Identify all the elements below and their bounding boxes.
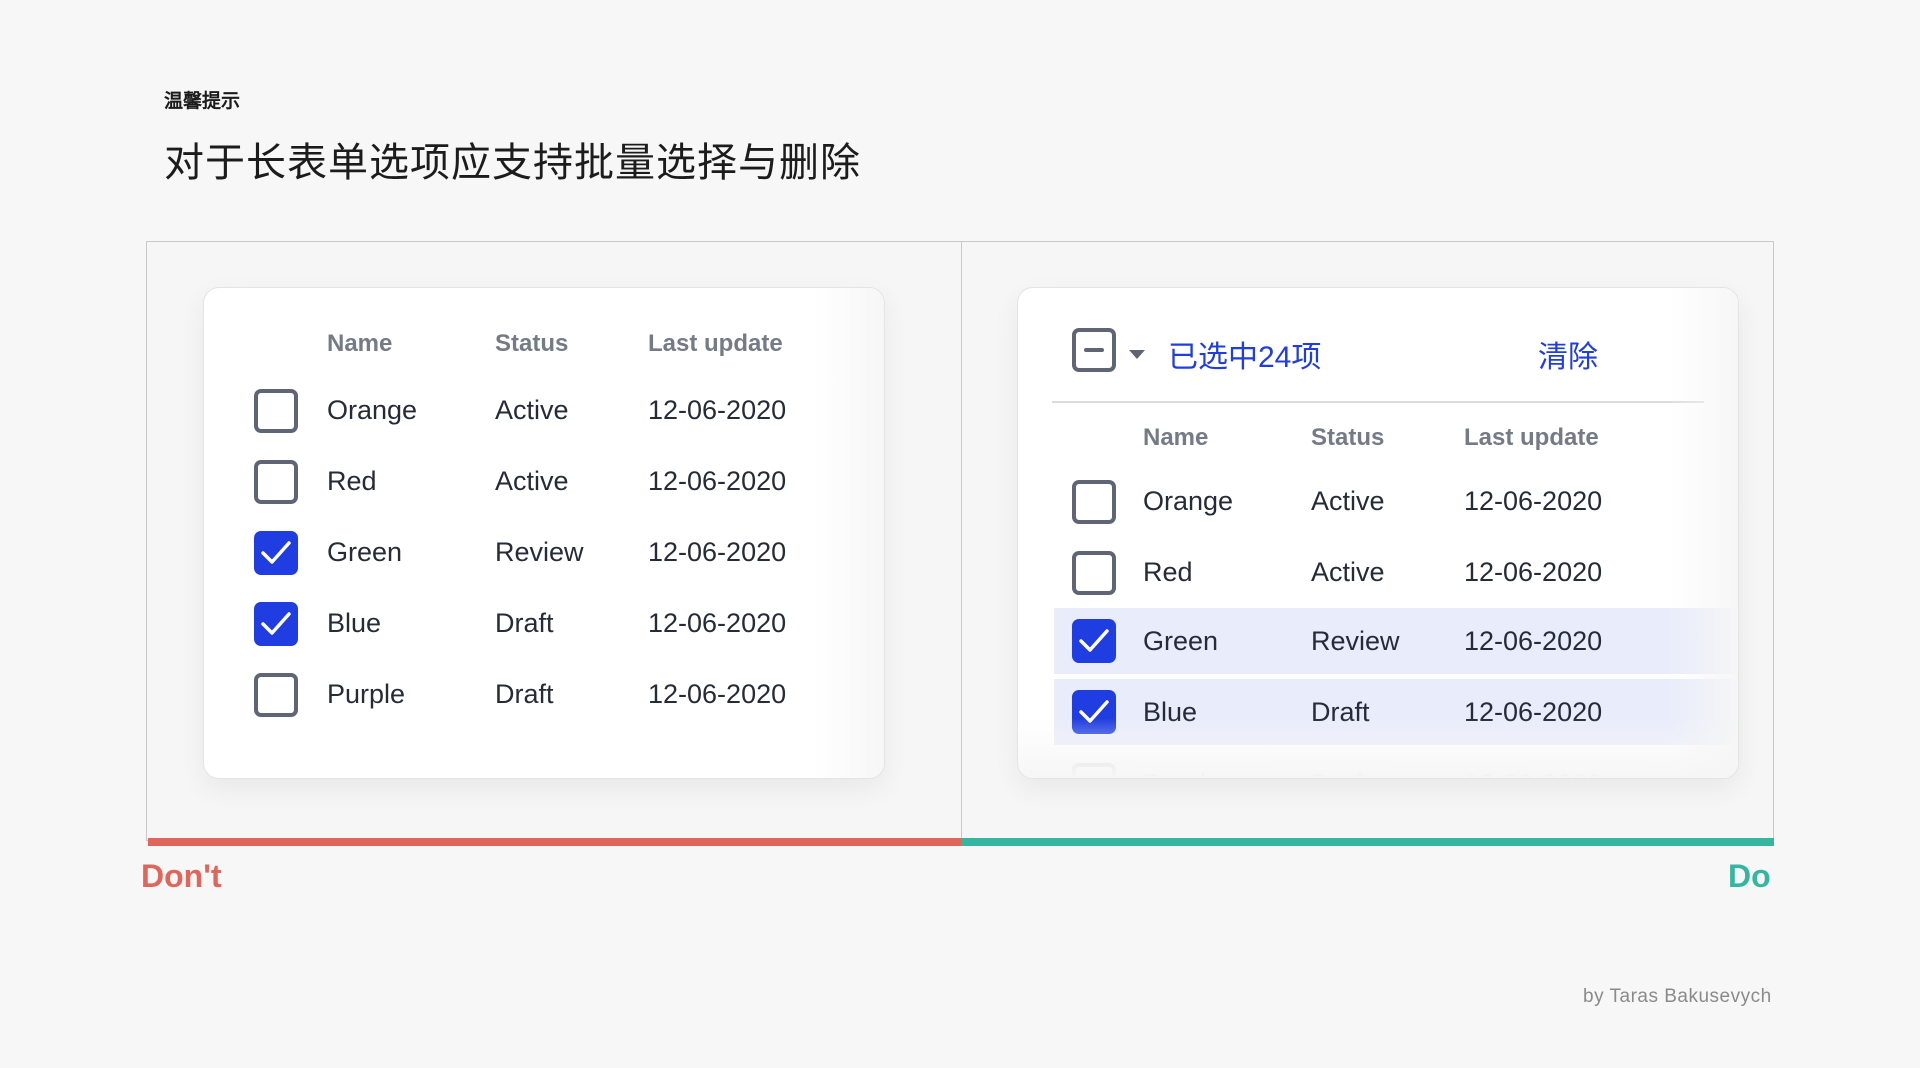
row-date: 12-06-2020 <box>1464 557 1603 587</box>
row-status: Draft <box>495 608 554 638</box>
selected-count: 已选中24项 <box>1168 341 1322 374</box>
row-name: Green <box>327 537 403 567</box>
credit: by Taras Bakusevych <box>1583 986 1772 1007</box>
row-checkbox[interactable] <box>1072 763 1116 778</box>
column-last-update: Last update <box>648 330 783 357</box>
row-status: Review <box>1311 626 1400 656</box>
row-status: Draft <box>1311 769 1370 778</box>
do-bar <box>961 838 1774 846</box>
row-date: 12-06-2020 <box>1464 486 1603 516</box>
do-table-card: 已选中24项 清除 Name Status Last update Orange… <box>1017 287 1739 779</box>
row-name: Orange <box>327 395 418 425</box>
row-checkbox[interactable] <box>1072 690 1116 734</box>
row-status: Review <box>495 537 584 567</box>
column-name: Name <box>327 330 393 357</box>
dont-bar <box>148 838 961 846</box>
bulk-select-checkbox[interactable] <box>1072 328 1116 372</box>
divider <box>1052 401 1704 403</box>
row-date: 12-06-2020 <box>648 608 787 638</box>
row-checkbox[interactable] <box>254 460 298 504</box>
row-checkbox[interactable] <box>1072 480 1116 524</box>
table-row-selected[interactable]: Green Review 12-06-2020 <box>1054 608 1738 674</box>
table-row[interactable]: Orange Active 12-06-2020 <box>1018 480 1738 524</box>
row-status: Draft <box>1311 697 1370 727</box>
row-name: Purple <box>327 679 406 709</box>
dont-label: Don't <box>141 858 222 894</box>
row-date: 12-06-2020 <box>1464 626 1603 656</box>
row-date: 12-06-2020 <box>648 466 787 496</box>
row-checkbox[interactable] <box>254 602 298 646</box>
row-name: Red <box>1143 557 1193 587</box>
table-row[interactable]: Green Review 12-06-2020 <box>204 531 884 575</box>
row-name: Blue <box>1143 697 1198 727</box>
row-status: Active <box>1311 486 1385 516</box>
row-name: Purple <box>1143 769 1221 778</box>
row-checkbox[interactable] <box>1072 551 1116 595</box>
row-name: Blue <box>327 608 382 638</box>
row-checkbox[interactable] <box>254 673 298 717</box>
column-status: Status <box>1311 424 1385 451</box>
dont-table-card: Name Status Last update Orange Active 12… <box>203 287 885 779</box>
table-row[interactable]: Blue Draft 12-06-2020 <box>204 602 884 646</box>
row-checkbox[interactable] <box>1072 619 1116 663</box>
row-status: Draft <box>495 679 554 709</box>
table-row-selected[interactable]: Blue Draft 12-06-2020 <box>1054 679 1738 745</box>
bulk-action-bar: 已选中24项 清除 <box>1018 288 1738 403</box>
chevron-down-icon[interactable] <box>1129 350 1145 359</box>
row-name: Red <box>327 466 377 496</box>
row-name: Orange <box>1143 486 1234 516</box>
column-status: Status <box>495 330 569 357</box>
row-status: Active <box>495 395 569 425</box>
frame-divider <box>961 242 962 840</box>
table-row[interactable]: Purple Draft 12-06-2020 <box>204 673 884 717</box>
table-row[interactable]: Red Active 12-06-2020 <box>204 460 884 504</box>
row-name: Green <box>1143 626 1219 656</box>
row-checkbox[interactable] <box>254 531 298 575</box>
row-checkbox[interactable] <box>254 389 298 433</box>
tip-label: 温馨提示 <box>164 91 241 112</box>
checkmark-icon <box>261 541 291 564</box>
table-row[interactable]: Purple Draft 12-06-2020 <box>1018 763 1738 778</box>
checkmark-icon <box>1079 629 1109 652</box>
clear-selection-button[interactable]: 清除 <box>1538 332 1598 376</box>
checkmark-icon <box>1079 700 1109 723</box>
column-name: Name <box>1143 424 1209 451</box>
page-title: 对于长表单选项应支持批量选择与删除 <box>164 141 861 185</box>
row-date: 12-06-2020 <box>1464 769 1602 778</box>
table-row[interactable]: Red Active 12-06-2020 <box>1018 551 1738 595</box>
table-row[interactable]: Orange Active 12-06-2020 <box>204 389 884 433</box>
row-date: 12-06-2020 <box>648 537 787 567</box>
row-date: 12-06-2020 <box>648 679 787 709</box>
checkmark-icon <box>261 612 291 635</box>
row-status: Active <box>495 466 569 496</box>
do-label: Do <box>1728 858 1771 894</box>
row-status: Active <box>1311 557 1385 587</box>
column-last-update: Last update <box>1464 424 1599 451</box>
comparison-frame: Name Status Last update Orange Active 12… <box>146 241 1774 841</box>
row-date: 12-06-2020 <box>648 395 787 425</box>
indeterminate-checkbox-icon <box>1084 348 1104 352</box>
row-date: 12-06-2020 <box>1464 697 1603 727</box>
